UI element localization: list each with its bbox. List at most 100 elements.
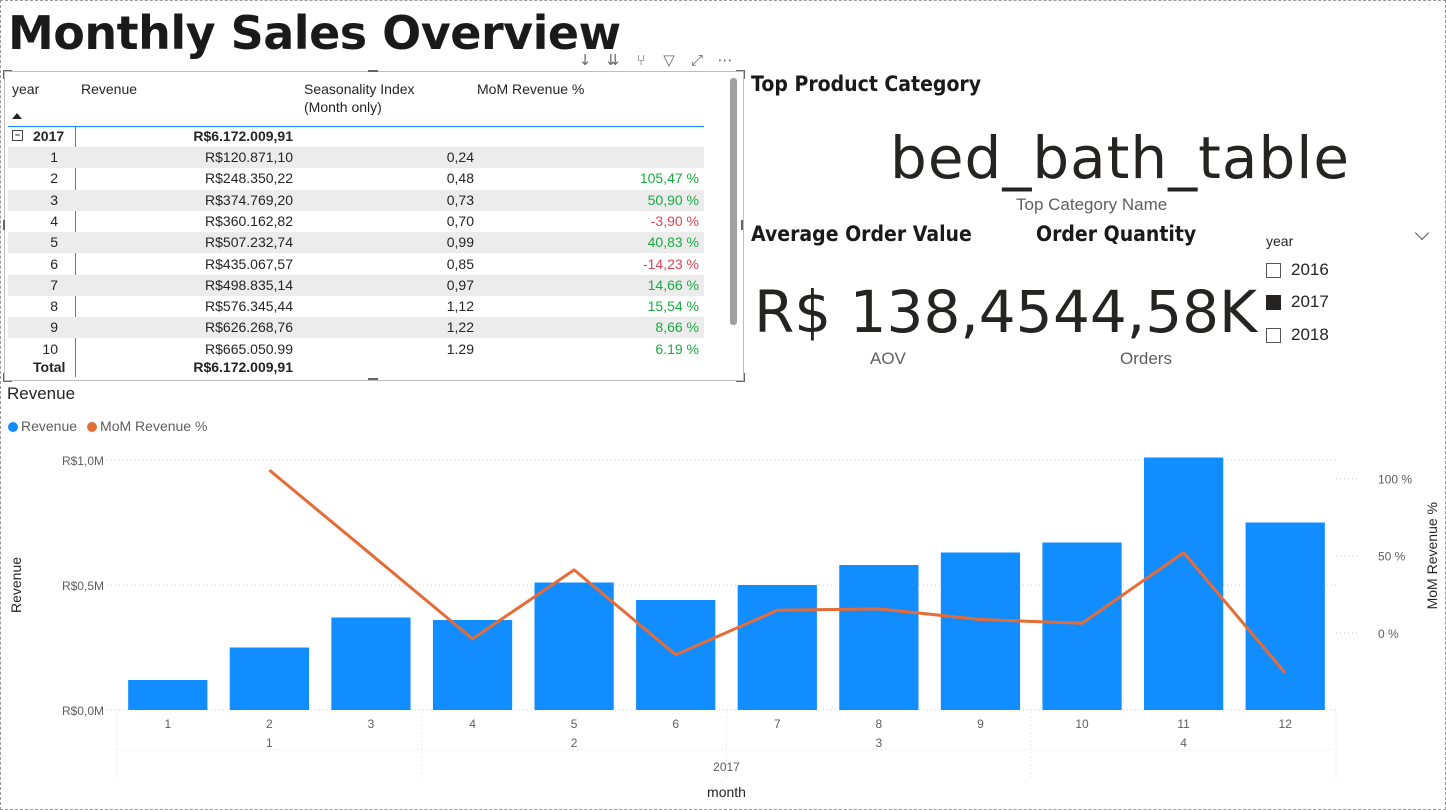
filter-icon[interactable]: ▽ xyxy=(660,51,678,69)
orders-title: Order Quantity xyxy=(1036,222,1197,246)
x-tick-label-year: 2017 xyxy=(713,760,740,774)
table-scrollbar[interactable] xyxy=(730,78,737,325)
bar-revenue xyxy=(839,565,919,710)
chevron-down-icon[interactable] xyxy=(1414,225,1430,241)
cell-seasonality: 1.29 xyxy=(446,340,474,357)
checkbox-2017[interactable] xyxy=(1266,294,1281,310)
go-to-next-level-icon[interactable]: ⇊ xyxy=(604,51,622,69)
chart-legend: Revenue MoM Revenue % xyxy=(8,418,207,434)
cell-revenue: R$120.871,10 xyxy=(205,149,293,165)
cell-month: 3 xyxy=(50,191,58,208)
resize-handle-bottom[interactable] xyxy=(368,378,378,380)
slicer-option-2016[interactable]: 2016 xyxy=(1266,260,1329,280)
cell-mom: 105,47 % xyxy=(639,170,699,187)
cell-revenue: R$576.345,44 xyxy=(205,298,293,315)
y-axis-title: Revenue xyxy=(8,557,24,613)
top-category-title: Top Product Category xyxy=(751,72,982,96)
resize-handle-left[interactable] xyxy=(3,220,5,230)
cell-seasonality: 1,22 xyxy=(446,319,474,336)
slicer-option-label: 2018 xyxy=(1291,325,1329,344)
aov-label: AOV xyxy=(870,349,906,368)
cell-seasonality: 1,12 xyxy=(446,298,474,315)
cell-revenue: R$665.050.99 xyxy=(205,340,293,357)
cell-seasonality: 0,48 xyxy=(446,170,474,187)
slicer-title: year xyxy=(1266,233,1294,249)
y2-axis-title: MoM Revenue % xyxy=(1424,502,1440,609)
legend-item-revenue[interactable]: Revenue xyxy=(8,418,77,434)
resize-corner-tl[interactable] xyxy=(3,70,12,79)
x-tick-label-quarter: 3 xyxy=(876,736,883,750)
total-row: Total R$6.172.009,91 xyxy=(8,357,704,378)
x-tick-label-quarter: 4 xyxy=(1180,736,1187,750)
legend-item-mom[interactable]: MoM Revenue % xyxy=(87,418,207,434)
x-tick-label-month: 1 xyxy=(164,717,171,731)
checkbox-2018[interactable] xyxy=(1266,327,1281,343)
cell-month: 8 xyxy=(50,298,58,315)
cell-month: 5 xyxy=(50,234,58,251)
x-tick-label-month: 6 xyxy=(672,717,679,731)
cell-mom: -3,90 % xyxy=(650,212,699,229)
cell-month: 10 xyxy=(42,340,58,357)
cell-month: 4 xyxy=(50,212,58,229)
x-tick-label-month: 2 xyxy=(266,717,273,731)
aov-title: Average Order Value xyxy=(751,222,972,246)
cell-month: 7 xyxy=(50,276,58,293)
cell-seasonality: 0,70 xyxy=(446,212,474,229)
table-row: 6 R$435.067,57 0,85 -14,23 % xyxy=(8,254,704,275)
focus-mode-icon[interactable]: ⤢ xyxy=(688,51,706,69)
column-header-mom[interactable]: MoM Revenue % xyxy=(477,80,584,98)
cell-mom: 14,66 % xyxy=(647,276,699,293)
more-options-icon[interactable]: ⋯ xyxy=(716,51,734,69)
bar-revenue xyxy=(1042,542,1122,710)
cell-revenue: R$435.067,57 xyxy=(205,255,293,272)
slicer-option-label: 2016 xyxy=(1291,260,1329,279)
expand-hierarchy-icon[interactable]: ⑂ xyxy=(632,51,650,69)
table-row: 3 R$374.769,20 0,73 50,90 % xyxy=(8,189,704,211)
resize-handle-right[interactable] xyxy=(741,220,743,230)
column-header-year[interactable]: year xyxy=(12,80,39,98)
cell-mom: 40,83 % xyxy=(647,234,699,251)
table-row: 1 R$120.871,10 0,24 xyxy=(8,147,704,168)
collapse-icon[interactable]: − xyxy=(12,130,23,141)
cell-seasonality: 0,97 xyxy=(446,276,474,293)
bar-revenue xyxy=(737,585,817,710)
x-axis-title: month xyxy=(707,784,746,800)
cell-mom: 50,90 % xyxy=(647,191,699,208)
column-header-revenue[interactable]: Revenue xyxy=(81,80,137,98)
resize-corner-br[interactable] xyxy=(736,373,745,382)
slicer-option-2017[interactable]: 2017 xyxy=(1266,292,1329,312)
legend-marker-mom xyxy=(87,422,98,433)
cell-mom: 15,54 % xyxy=(647,298,699,315)
cell-month: 9 xyxy=(50,319,58,336)
bar-revenue xyxy=(331,617,411,710)
bar-revenue xyxy=(940,552,1021,710)
legend-label-revenue: Revenue xyxy=(21,418,78,434)
aov-value: R$ 138,45 xyxy=(754,278,1053,346)
visual-header-toolbar: ↓ ⇊ ⑂ ▽ ⤢ ⋯ xyxy=(576,51,734,69)
slicer-option-2018[interactable]: 2018 xyxy=(1266,325,1329,345)
checkbox-2016[interactable] xyxy=(1266,262,1281,278)
sort-ascending-icon[interactable] xyxy=(12,113,22,119)
y-tick-label: R$0,5M xyxy=(62,579,104,593)
group-revenue: R$6.172.009,91 xyxy=(193,128,293,144)
x-tick-label-month: 7 xyxy=(774,717,781,731)
resize-corner-tr[interactable] xyxy=(736,70,745,79)
bar-revenue xyxy=(229,647,309,710)
x-tick-label-month: 12 xyxy=(1279,717,1293,731)
cell-mom: 6.19 % xyxy=(655,340,699,357)
y-tick-label: R$0,0M xyxy=(62,704,104,718)
x-tick-label-month: 4 xyxy=(469,717,476,731)
x-tick-label-month: 11 xyxy=(1177,717,1190,731)
y2-tick-label: 100 % xyxy=(1378,473,1412,487)
cell-month: 1 xyxy=(50,149,58,165)
resize-handle-top[interactable] xyxy=(368,70,378,72)
orders-label: Orders xyxy=(1120,349,1172,368)
drill-down-icon[interactable]: ↓ xyxy=(576,51,594,69)
bar-revenue xyxy=(128,680,208,710)
x-tick-label-month: 10 xyxy=(1075,717,1089,731)
group-year: 2017 xyxy=(33,128,65,144)
cell-month: 2 xyxy=(50,170,58,187)
cell-revenue: R$498.835,14 xyxy=(205,276,293,293)
column-header-seasonality[interactable]: Seasonality Index (Month only) xyxy=(304,80,415,116)
table-row: 8 R$576.345,44 1,12 15,54 % xyxy=(8,296,704,317)
